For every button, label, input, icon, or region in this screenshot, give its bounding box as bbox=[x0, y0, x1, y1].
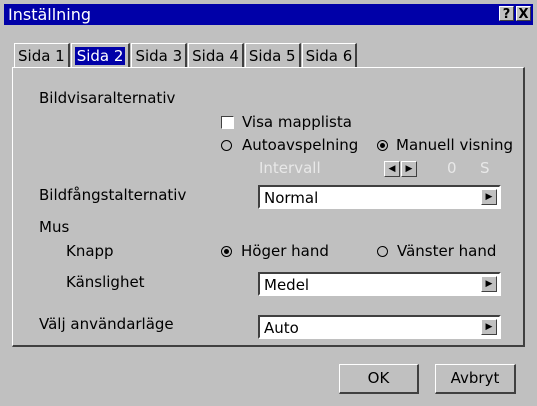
left-hand-radio[interactable] bbox=[377, 246, 388, 257]
auto-play-label: Autoavspelning bbox=[242, 136, 359, 154]
tab-label: Sida 2 bbox=[74, 47, 126, 65]
left-hand-label: Vänster hand bbox=[397, 242, 497, 260]
dropdown-arrow-icon[interactable]: ▶ bbox=[481, 276, 497, 292]
ok-button[interactable]: OK bbox=[339, 364, 419, 394]
viewer-options-heading: Bildvisaralternativ bbox=[39, 89, 176, 107]
mouse-button-label: Knapp bbox=[66, 242, 114, 260]
interval-increase-button[interactable]: ▶ bbox=[401, 161, 417, 177]
tab-sida-2[interactable]: Sida 2 bbox=[70, 43, 131, 67]
close-button[interactable]: X bbox=[516, 6, 531, 22]
title-buttons: ? X bbox=[499, 6, 531, 22]
capture-options-label: Bildfångstalternativ bbox=[39, 186, 187, 204]
tab-sida-3[interactable]: Sida 3 bbox=[131, 43, 188, 67]
help-button[interactable]: ? bbox=[499, 6, 514, 22]
user-mode-value: Auto bbox=[264, 319, 299, 337]
tab-sida-5[interactable]: Sida 5 bbox=[244, 43, 301, 67]
mouse-heading: Mus bbox=[39, 218, 70, 236]
show-folder-list-label: Visa mapplista bbox=[242, 113, 352, 131]
show-folder-list-checkbox[interactable] bbox=[221, 116, 234, 129]
capture-options-select[interactable]: Normal ▶ bbox=[258, 185, 501, 209]
interval-unit: S bbox=[480, 159, 490, 177]
tab-bar: Sida 1 Sida 2 Sida 3 Sida 4 Sida 5 Sida … bbox=[14, 43, 358, 68]
tab-label: Sida 5 bbox=[248, 47, 296, 65]
tab-sida-1[interactable]: Sida 1 bbox=[14, 43, 70, 67]
dropdown-arrow-icon[interactable]: ▶ bbox=[481, 319, 497, 335]
tab-sida-6[interactable]: Sida 6 bbox=[301, 43, 358, 67]
tab-label: Sida 4 bbox=[192, 47, 239, 65]
interval-decrease-button[interactable]: ◀ bbox=[384, 161, 400, 177]
sensitivity-value: Medel bbox=[264, 276, 310, 294]
tab-label: Sida 6 bbox=[305, 47, 353, 65]
settings-window: Inställning ? X Sida 1 Sida 2 Sida 3 Sid… bbox=[0, 0, 537, 406]
interval-label: Intervall bbox=[259, 159, 321, 177]
tab-label: Sida 3 bbox=[135, 47, 183, 65]
dropdown-arrow-icon[interactable]: ▶ bbox=[481, 189, 497, 205]
sensitivity-select[interactable]: Medel ▶ bbox=[258, 272, 501, 296]
user-mode-label: Välj användarläge bbox=[39, 315, 174, 333]
title-bar: Inställning ? X bbox=[4, 4, 533, 25]
tab-sida-4[interactable]: Sida 4 bbox=[188, 43, 244, 67]
user-mode-select[interactable]: Auto ▶ bbox=[258, 315, 501, 339]
cancel-button[interactable]: Avbryt bbox=[435, 364, 516, 394]
auto-play-radio[interactable] bbox=[221, 140, 232, 151]
right-hand-label: Höger hand bbox=[241, 242, 329, 260]
manual-view-radio[interactable] bbox=[377, 140, 388, 151]
capture-options-value: Normal bbox=[264, 189, 319, 207]
manual-view-label: Manuell visning bbox=[396, 136, 514, 154]
right-hand-radio[interactable] bbox=[221, 246, 232, 257]
sensitivity-label: Känslighet bbox=[66, 273, 145, 291]
interval-value: 0 bbox=[447, 159, 457, 177]
window-title: Inställning bbox=[8, 5, 92, 24]
tab-label: Sida 1 bbox=[18, 47, 65, 65]
